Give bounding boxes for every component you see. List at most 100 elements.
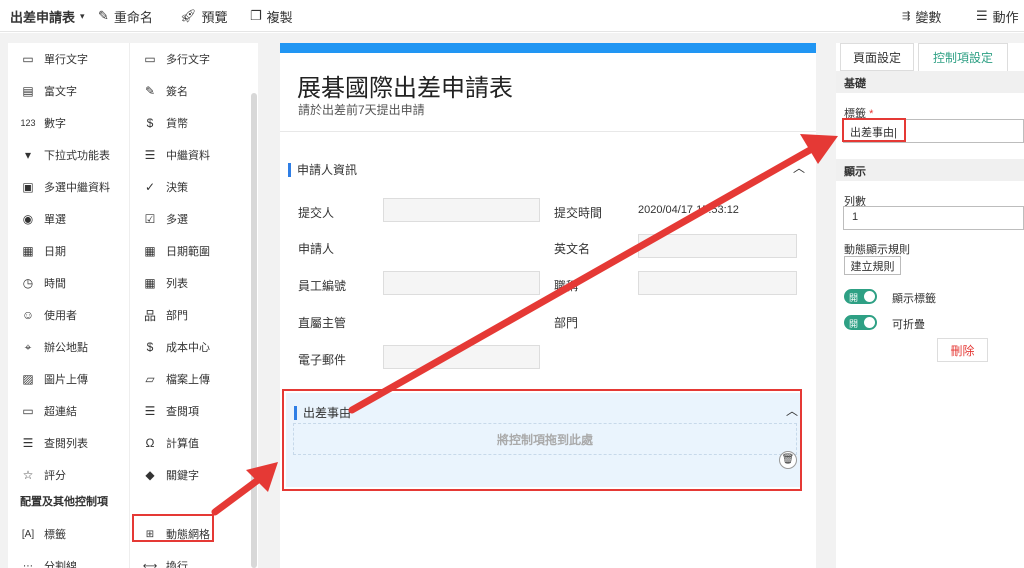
rename-label: 重命名	[113, 9, 153, 25]
layout-palette-item[interactable]: ⟷ 換行	[130, 550, 252, 568]
palette-item-icon: 123	[20, 118, 36, 128]
palette-item-label: 單選	[44, 214, 66, 226]
email-field[interactable]	[383, 345, 540, 369]
collapsible-caption: 可折疊	[892, 319, 925, 331]
palette-item-label: 關鍵字	[166, 470, 199, 482]
tab-control-settings[interactable]: 控制項設定	[918, 43, 1008, 71]
palette-item-icon: ▱	[145, 372, 155, 386]
palette-item[interactable]: ✓ 決策	[130, 171, 252, 203]
palette-item-label: 成本中心	[166, 342, 210, 354]
palette-item-label: 多選	[166, 214, 188, 226]
palette-item-icon: ⟷	[142, 560, 158, 568]
palette-scrollbar[interactable]	[251, 93, 257, 568]
palette-item[interactable]: ✎ 簽名	[130, 75, 252, 107]
layout-palette-item[interactable]: [A] 標籤	[8, 518, 130, 550]
english-name-field[interactable]	[638, 234, 797, 258]
palette-item[interactable]: ▭ 單行文字	[8, 43, 130, 75]
palette-item[interactable]: 品部門	[130, 299, 252, 331]
palette-item[interactable]: ▦ 列表	[130, 267, 252, 299]
palette-item-icon: ▣	[22, 180, 34, 194]
applicant-section-header[interactable]: 申請人資訊	[288, 161, 357, 178]
palette-item-icon: ▦	[22, 244, 34, 258]
section-marker	[288, 162, 291, 177]
rocket-icon: 🚀︎	[180, 8, 197, 23]
palette-item[interactable]: $ 貨幣	[130, 107, 252, 139]
palette-item[interactable]: ◆ 關鍵字	[130, 459, 252, 491]
palette-item-icon: ▦	[144, 244, 156, 258]
palette-item[interactable]: ⌖ 辦公地點	[8, 331, 130, 363]
palette-item-icon: ▭	[22, 52, 34, 66]
basic-section-header: 基礎	[836, 71, 1024, 93]
palette-item-icon: ▤	[22, 84, 34, 98]
palette-item[interactable]: ▾ 下拉式功能表	[8, 139, 130, 171]
palette-item[interactable]: ☰ 查閱項	[130, 395, 252, 427]
palette-item[interactable]: ☰ 查閱列表	[8, 427, 130, 459]
copy-label: 複製	[266, 9, 293, 25]
palette-item[interactable]: ▦ 日期	[8, 235, 130, 267]
create-rule-button[interactable]: 建立規則	[844, 256, 901, 275]
palette-item-label: 中繼資料	[166, 150, 210, 162]
collapsible-toggle[interactable]: 開	[844, 315, 877, 330]
highlight-grid-section	[282, 389, 802, 491]
form-subtitle: 請於出差前7天提出申請	[298, 103, 425, 117]
header-divider	[280, 131, 816, 132]
palette-item-label: 查閱項	[166, 406, 199, 418]
copy-button[interactable]: ❐ 複製	[250, 0, 293, 32]
palette-item-icon: ◆	[145, 468, 155, 482]
palette-item-icon: ☑	[144, 212, 156, 226]
actions-button[interactable]: ☰ 動作	[976, 0, 1019, 32]
palette-item[interactable]: ▦ 日期範圍	[130, 235, 252, 267]
palette-item[interactable]: ▭ 多行文字	[130, 43, 252, 75]
palette-item-label: 多選中繼資料	[44, 182, 110, 194]
palette-item-icon: ☰	[144, 148, 156, 162]
email-label: 電子郵件	[298, 353, 347, 367]
palette-item-label: 單行文字	[44, 54, 88, 66]
palette-item[interactable]: ☺ 使用者	[8, 299, 130, 331]
palette-item[interactable]: ◉ 單選	[8, 203, 130, 235]
layout-palette-item[interactable]: ⋯ 分割線	[8, 550, 130, 568]
form-name: 出差申請表	[10, 9, 76, 25]
palette-item[interactable]: ▨ 圖片上傳	[8, 363, 130, 395]
supervisor-label: 直屬主管	[298, 316, 347, 330]
form-accent-bar	[280, 43, 816, 53]
delete-button[interactable]: 刪除	[937, 338, 988, 362]
palette-item-icon: $	[146, 116, 154, 130]
submitter-label: 提交人	[298, 206, 335, 220]
palette-item[interactable]: ▱ 檔案上傳	[130, 363, 252, 395]
job-title-label: 職稱	[554, 279, 579, 293]
columns-input[interactable]: 1	[843, 206, 1024, 230]
submit-time-value: 2020/04/17 15:53:12	[638, 204, 739, 216]
variables-button[interactable]: ⇶ 變數	[902, 0, 941, 32]
palette-item-icon: ▾	[24, 148, 32, 162]
palette-item[interactable]: ☰ 中繼資料	[130, 139, 252, 171]
palette-item[interactable]: ▣ 多選中繼資料	[8, 171, 130, 203]
highlight-dynamic-grid-item	[132, 514, 214, 542]
rename-button[interactable]: ✎ 重命名	[98, 0, 153, 32]
palette-item-label: 部門	[166, 310, 188, 322]
form-title-menu[interactable]: 出差申請表 ▾	[10, 0, 85, 32]
job-title-field[interactable]	[638, 271, 797, 295]
submit-time-label: 提交時間	[554, 206, 603, 220]
employee-id-field[interactable]	[383, 271, 540, 295]
pencil-icon: ✎	[98, 8, 109, 23]
palette-item-icon: ☺	[21, 308, 35, 322]
show-label-toggle[interactable]: 開	[844, 289, 877, 304]
palette-item[interactable]: ☑ 多選	[130, 203, 252, 235]
palette-item[interactable]: $ 成本中心	[130, 331, 252, 363]
palette-item-label: 多行文字	[166, 54, 210, 66]
palette-item[interactable]: ◷ 時間	[8, 267, 130, 299]
submitter-field[interactable]	[383, 198, 540, 222]
palette-item[interactable]: Ω 計算值	[130, 427, 252, 459]
palette-item[interactable]: 123 數字	[8, 107, 130, 139]
palette-item-label: 富文字	[44, 86, 77, 98]
palette-item[interactable]: ▭ 超連結	[8, 395, 130, 427]
palette-item[interactable]: ▤ 富文字	[8, 75, 130, 107]
palette-item[interactable]: ☆ 評分	[8, 459, 130, 491]
collapse-icon[interactable]: ︿	[793, 159, 805, 176]
caret-down-icon: ▾	[80, 10, 85, 21]
tab-page-settings[interactable]: 頁面設定	[840, 43, 914, 71]
preview-button[interactable]: 🚀︎ 預覽	[180, 0, 228, 32]
actions-label: 動作	[992, 9, 1019, 25]
applicant-label: 申請人	[298, 242, 335, 256]
palette-item-icon: Ω	[145, 436, 155, 450]
